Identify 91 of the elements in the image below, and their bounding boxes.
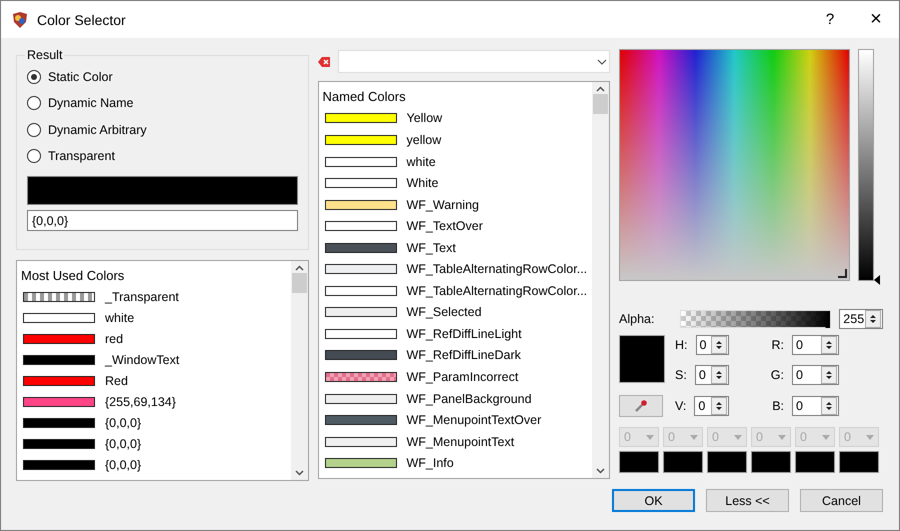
dropdown-arrow-icon: [822, 434, 830, 440]
list-item[interactable]: WF_Selected: [322, 302, 588, 324]
list-item[interactable]: WF_ParamIncorrect: [322, 366, 588, 388]
list-item[interactable]: Red: [21, 370, 286, 392]
alpha-label: Alpha:: [619, 312, 654, 326]
field-label: R:: [772, 338, 785, 352]
alpha-pointer-icon[interactable]: [825, 323, 830, 328]
list-item[interactable]: {0,0,0}: [21, 454, 286, 476]
field-label: S:: [675, 368, 688, 382]
list-item[interactable]: WF_PanelBackground: [322, 388, 588, 410]
spin-field[interactable]: 0: [694, 396, 729, 416]
alpha-slider[interactable]: [680, 310, 832, 328]
dropdown-arrow-icon: [646, 434, 654, 440]
list-item[interactable]: White: [322, 172, 588, 194]
list-item[interactable]: yellow: [322, 129, 588, 151]
list-item[interactable]: WF_Warning: [322, 194, 588, 216]
list-item[interactable]: white: [322, 150, 588, 172]
clear-icon[interactable]: [318, 56, 332, 68]
chevron-down-icon: [597, 58, 607, 64]
list-item[interactable]: _WindowText: [21, 350, 286, 371]
list-item[interactable]: _Transparent: [21, 286, 286, 308]
spin-field[interactable]: 255: [839, 309, 883, 329]
list-item[interactable]: {0,0,0}: [21, 434, 286, 455]
spin-field[interactable]: 0: [792, 365, 839, 385]
group-label: Result: [26, 48, 64, 62]
list-item[interactable]: red: [21, 328, 286, 350]
list-item[interactable]: Yellow: [322, 108, 588, 130]
spin-field[interactable]: 0: [792, 396, 839, 416]
spin-field[interactable]: 0: [694, 365, 729, 385]
field-label: H:: [675, 338, 688, 352]
color-swatch: [23, 292, 95, 302]
list-item[interactable]: WF_TextOver: [322, 215, 588, 237]
field-label: G:: [770, 368, 785, 382]
radio-button[interactable]: [27, 122, 41, 137]
radio-button[interactable]: [27, 70, 41, 84]
spin-arrows-icon[interactable]: [869, 313, 877, 325]
spin-field[interactable]: 0: [792, 335, 839, 355]
value-field[interactable]: {0,0,0}: [27, 210, 298, 231]
list-item[interactable]: WF_Info: [322, 452, 588, 474]
list-item[interactable]: WF_TableAlternatingRowColor...: [322, 280, 588, 302]
list-item[interactable]: WF_RefDiffLineLight: [322, 323, 588, 345]
list-item[interactable]: WF_MenupointTextOver: [322, 409, 588, 431]
radio-button[interactable]: [27, 96, 41, 110]
spin-arrows-icon[interactable]: [825, 339, 833, 351]
spin-arrows-icon[interactable]: [715, 369, 723, 381]
crosshair-marker: [838, 269, 847, 278]
scroll-down-icon[interactable]: [294, 470, 304, 476]
radio-label[interactable]: Dynamic Name: [48, 96, 134, 110]
spin-arrows-icon[interactable]: [825, 400, 833, 412]
radio-button[interactable]: [27, 149, 41, 164]
field-label: B:: [772, 399, 785, 413]
app-icon: [11, 10, 29, 28]
scroll-down-icon[interactable]: [596, 468, 605, 474]
radio-label[interactable]: Static Color: [48, 70, 113, 84]
scroll-thumb[interactable]: [292, 273, 306, 293]
eyedropper-button[interactable]: [619, 395, 663, 417]
list-item[interactable]: {0,0,0}: [21, 412, 286, 434]
list-item[interactable]: WF_MenupointText: [322, 430, 588, 452]
list-item[interactable]: {255,69,134}: [21, 392, 286, 413]
dialog-button[interactable]: Less <<: [706, 489, 789, 512]
scroll-thumb[interactable]: [593, 94, 608, 114]
color-spectrum[interactable]: [619, 49, 850, 281]
list-item[interactable]: WF_Text: [322, 236, 588, 258]
spin-arrows-icon[interactable]: [715, 400, 723, 412]
dropdown-arrow-icon: [734, 434, 742, 440]
window-title: Color Selector: [37, 12, 127, 28]
dropdown-arrow-icon: [690, 434, 698, 440]
scrollbar[interactable]: [592, 82, 609, 478]
radio-label[interactable]: Transparent: [48, 149, 115, 164]
scroll-up-icon[interactable]: [596, 86, 605, 92]
list-header: Most Used Colors: [21, 267, 126, 286]
help-button[interactable]: ?: [807, 1, 853, 38]
scrollbar[interactable]: [290, 261, 308, 480]
dropdown-arrow-icon: [866, 434, 874, 440]
spin-arrows-icon[interactable]: [825, 369, 833, 381]
list-item[interactable]: WF_RefDiffLineDark: [322, 344, 588, 366]
color-preview: [619, 335, 665, 383]
scroll-up-icon[interactable]: [294, 265, 304, 271]
eyedropper-icon: [634, 399, 648, 413]
dialog-button[interactable]: Cancel: [800, 489, 883, 512]
list-header: Named Colors: [322, 88, 407, 106]
dialog-button[interactable]: OK: [612, 489, 695, 512]
field-label: V:: [675, 399, 688, 413]
slider-pointer-icon[interactable]: [874, 275, 880, 285]
radio-label[interactable]: Dynamic Arbitrary: [48, 122, 147, 137]
spin-field[interactable]: 0: [696, 335, 729, 355]
spin-arrows-icon[interactable]: [715, 339, 723, 351]
close-button[interactable]: ×: [853, 1, 899, 38]
list-item[interactable]: white: [21, 307, 286, 328]
dropdown-arrow-icon: [778, 434, 786, 440]
list-item[interactable]: WF_TableAlternatingRowColor...: [322, 258, 588, 280]
